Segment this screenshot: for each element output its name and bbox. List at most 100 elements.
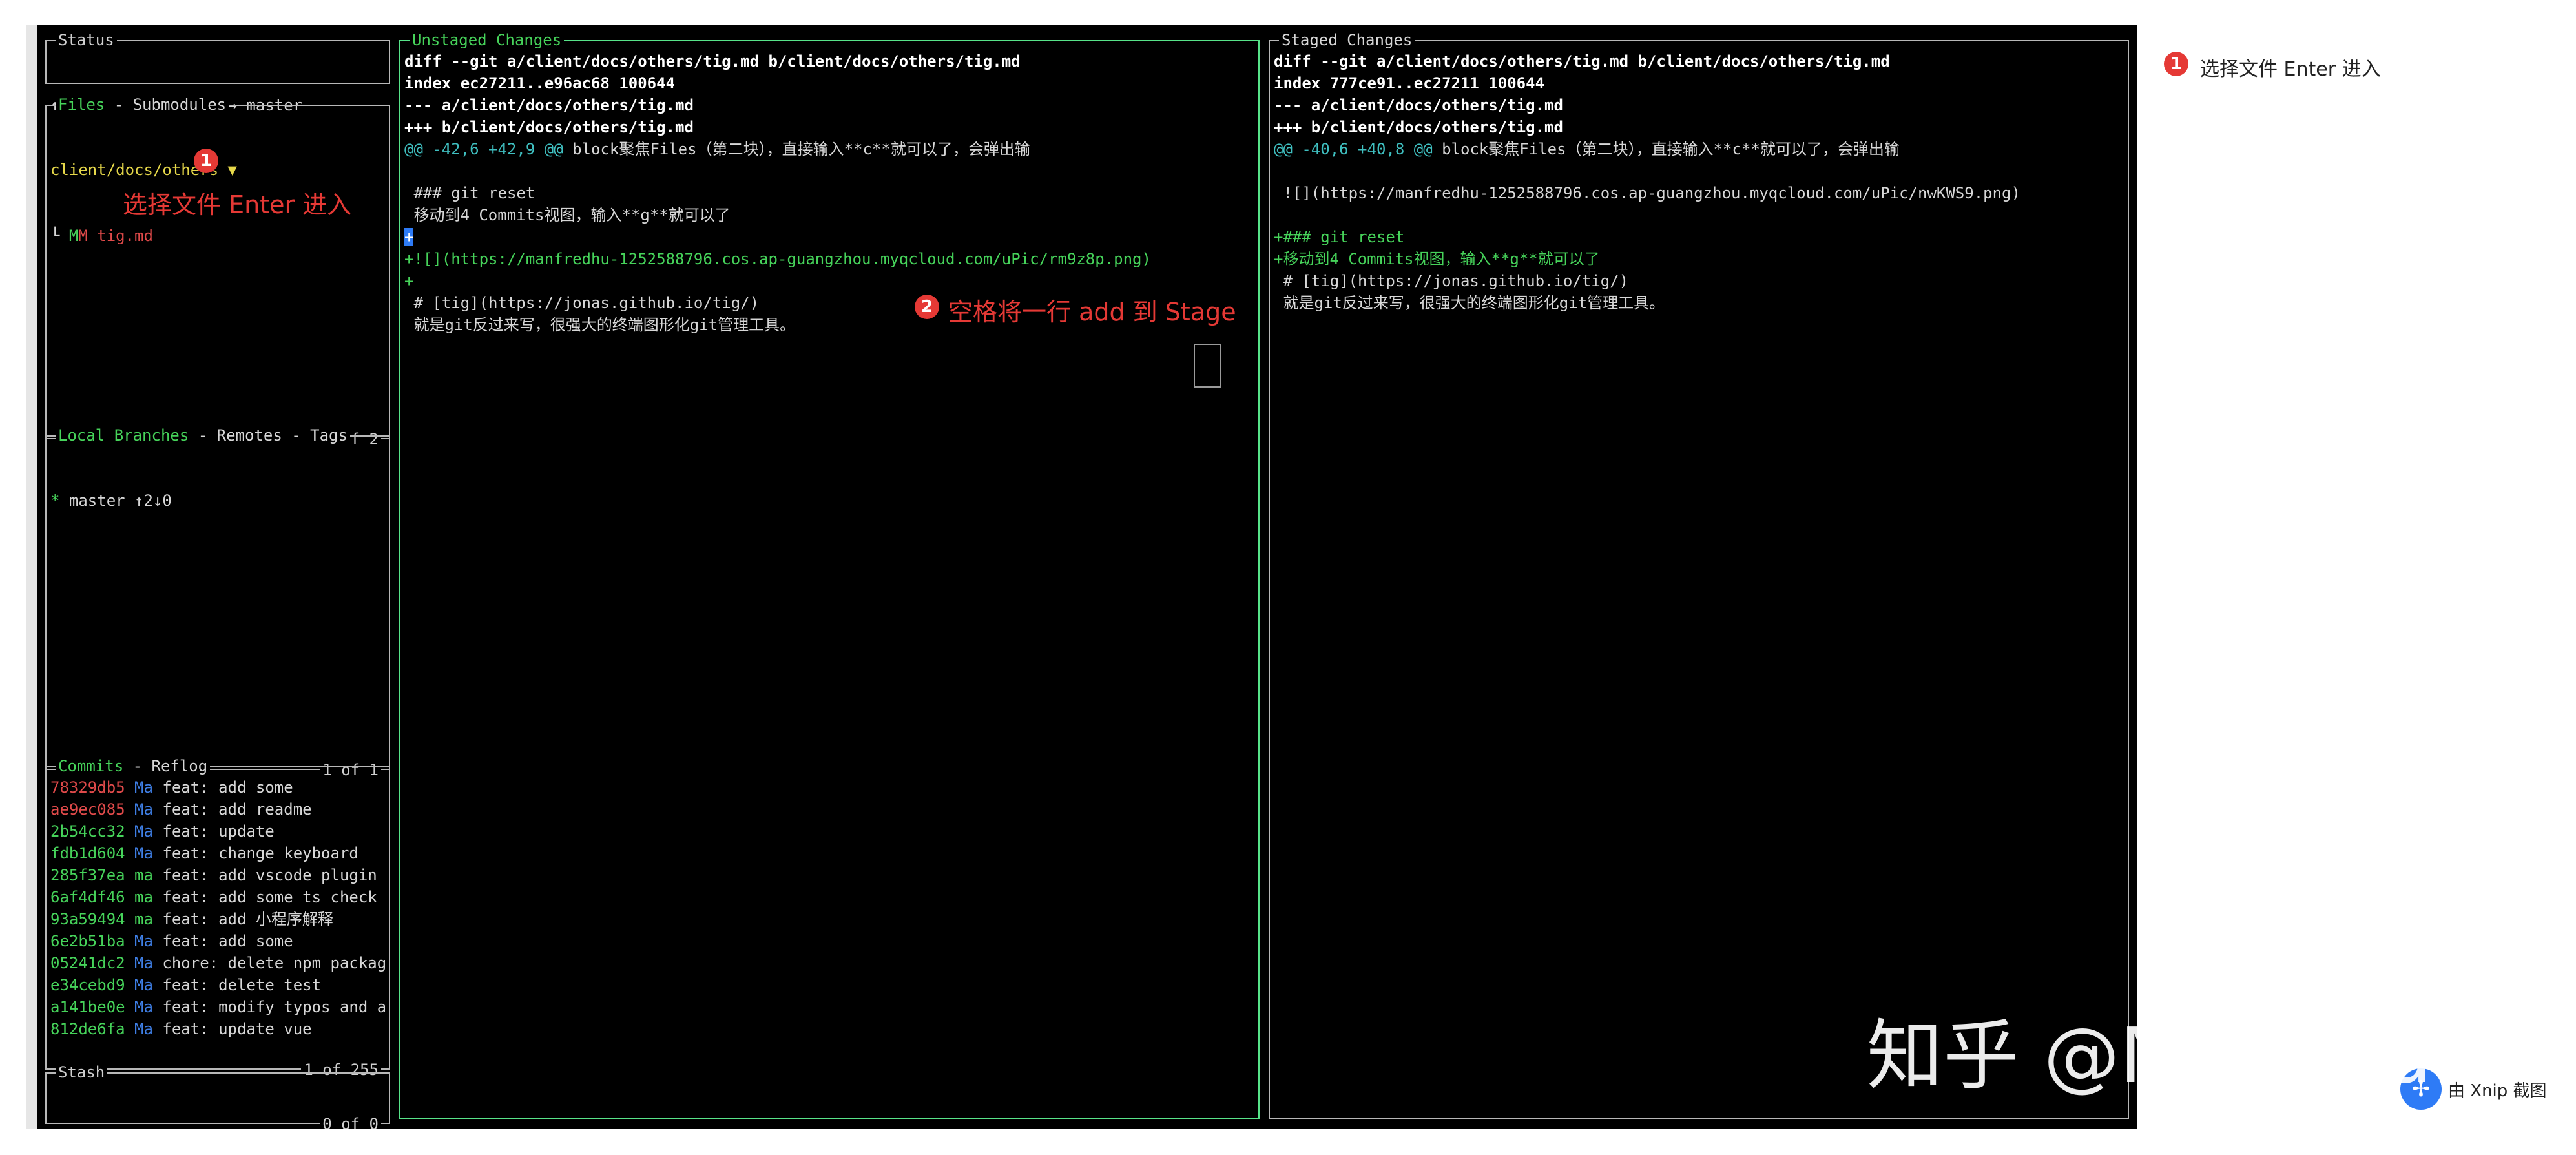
files-panel[interactable]: Files - Submodules client/docs/others ▼ … xyxy=(45,95,390,449)
submodules-tab[interactable]: Submodules xyxy=(133,96,227,114)
commit-row[interactable]: 2b54cc32 Ma feat: update xyxy=(50,820,385,842)
commit-row[interactable]: e34cebd9 Ma feat: delete test xyxy=(50,974,385,996)
unstaged-diff-line[interactable]: + xyxy=(404,270,1254,292)
diff-text: ### git reset xyxy=(404,184,535,202)
unstaged-diff-line[interactable]: + xyxy=(404,226,1254,248)
status-panel[interactable]: Status ↑2↓0 manfredhu.com → master xyxy=(45,30,390,114)
commit-hash: ae9ec085 xyxy=(50,800,125,818)
diff-text: + xyxy=(404,272,414,290)
staged-title: Staged Changes xyxy=(1279,30,1415,50)
commit-author: Ma xyxy=(125,932,153,950)
commit-message: feat: update vue xyxy=(152,1020,312,1038)
file-row[interactable]: └ MM tig.md xyxy=(50,225,385,247)
commit-row[interactable]: 05241dc2 Ma chore: delete npm package xyxy=(50,952,385,974)
commit-author: Ma xyxy=(125,1020,153,1038)
diff-text: +++ b/client/docs/others/tig.md xyxy=(404,118,694,136)
commit-row[interactable]: 812de6fa Ma feat: update vue xyxy=(50,1018,385,1040)
diff-text: +![](https://manfredhu-1252588796.cos.ap… xyxy=(404,250,1151,268)
commit-message: feat: add some xyxy=(152,932,293,950)
staged-diff-line[interactable]: ![](https://manfredhu-1252588796.cos.ap-… xyxy=(1274,182,2124,204)
local-branches-tab[interactable]: Local Branches xyxy=(58,426,189,444)
unstaged-diff-line[interactable] xyxy=(404,160,1254,182)
commit-message: chore: delete npm package xyxy=(152,954,385,972)
staged-diff-line[interactable]: # [tig](https://jonas.github.io/tig/) xyxy=(1274,270,2124,292)
unstaged-diff-line[interactable]: +![](https://manfredhu-1252588796.cos.ap… xyxy=(404,248,1254,270)
commit-hash: 285f37ea xyxy=(50,866,125,884)
screenshot-window: Status ↑2↓0 manfredhu.com → master Files… xyxy=(26,25,2550,1129)
diff-text: diff --git a/client/docs/others/tig.md b… xyxy=(404,52,1021,70)
staged-diff-line[interactable]: @@ -40,6 +40,8 @@ block聚焦Files（第二块），直接输入… xyxy=(1274,138,2124,160)
staged-diff-line[interactable]: diff --git a/client/docs/others/tig.md b… xyxy=(1274,50,2124,72)
commit-row[interactable]: a141be0e Ma feat: modify typos and ad xyxy=(50,996,385,1018)
diff-text: --- a/client/docs/others/tig.md xyxy=(1274,96,1563,114)
cursor-box xyxy=(1194,344,1221,388)
staged-diff-line[interactable]: index 777ce91..ec27211 100644 xyxy=(1274,72,2124,94)
status-title: Status xyxy=(56,30,117,50)
commits-title: Commits - Reflog xyxy=(56,756,211,776)
commit-row[interactable]: 78329db5 Ma feat: add some xyxy=(50,776,385,798)
staged-diff-line[interactable] xyxy=(1274,204,2124,226)
commit-hash: 6e2b51ba xyxy=(50,932,125,950)
badge-2: 2 xyxy=(915,295,939,319)
commit-message: feat: modify typos and ad xyxy=(152,998,385,1016)
unstaged-diff-line[interactable]: +++ b/client/docs/others/tig.md xyxy=(404,116,1254,138)
staged-changes-panel[interactable]: Staged Changes diff --git a/client/docs/… xyxy=(1269,30,2129,1119)
commit-author: ma xyxy=(125,910,153,928)
side-annotation: 选择文件 Enter 进入 xyxy=(2200,58,2381,81)
branches-panel[interactable]: Local Branches - Remotes - Tags * master… xyxy=(45,426,390,780)
diff-text: +移动到4 Commits视图，输入**g**就可以了 xyxy=(1274,250,1600,268)
terminal-lazygit[interactable]: Status ↑2↓0 manfredhu.com → master Files… xyxy=(37,25,2137,1129)
unstaged-title: Unstaged Changes xyxy=(410,30,565,50)
commit-author: ma xyxy=(125,866,153,884)
commit-author: Ma xyxy=(125,976,153,994)
file-name: tig.md xyxy=(87,227,153,245)
diff-text: diff --git a/client/docs/others/tig.md b… xyxy=(1274,52,1890,70)
commit-message: feat: add vscode plugin xyxy=(152,866,377,884)
unstaged-changes-panel[interactable]: Unstaged Changes diff --git a/client/doc… xyxy=(399,30,1260,1119)
staged-diff-line[interactable]: 就是git反过来写，很强大的终端图形化git管理工具。 xyxy=(1274,292,2124,314)
commit-message: feat: change keyboard xyxy=(152,844,358,862)
commit-message: feat: add some ts check xyxy=(152,888,377,906)
remotes-tags-tabs[interactable]: - Remotes - Tags xyxy=(189,426,348,444)
unstaged-diff-line[interactable]: 移动到4 Commits视图，输入**g**就可以了 xyxy=(404,204,1254,226)
staged-diff-line[interactable]: --- a/client/docs/others/tig.md xyxy=(1274,94,2124,116)
unstaged-diff-line[interactable]: diff --git a/client/docs/others/tig.md b… xyxy=(404,50,1254,72)
reflog-tab[interactable]: - Reflog xyxy=(123,757,208,775)
diff-text: @@ -42,6 +42,9 @@ xyxy=(404,140,563,158)
unstaged-diff-line[interactable]: index ec27211..e96ac68 100644 xyxy=(404,72,1254,94)
unstaged-diff-line[interactable]: @@ -42,6 +42,9 @@ block聚焦Files（第二块），直接输入… xyxy=(404,138,1254,160)
commit-hash: 78329db5 xyxy=(50,778,125,796)
commit-hash: fdb1d604 xyxy=(50,844,125,862)
diff-hunk-context: block聚焦Files（第二块），直接输入**c**就可以了，会弹出输 xyxy=(1432,140,1900,158)
unstaged-diff-line[interactable]: --- a/client/docs/others/tig.md xyxy=(404,94,1254,116)
diff-text: index 777ce91..ec27211 100644 xyxy=(1274,74,1545,92)
commit-row[interactable]: 93a59494 ma feat: add 小程序解释 xyxy=(50,908,385,930)
diff-text: --- a/client/docs/others/tig.md xyxy=(404,96,694,114)
diff-hunk-context: block聚焦Files（第二块），直接输入**c**就可以了，会弹出输 xyxy=(563,140,1030,158)
commit-row[interactable]: ae9ec085 Ma feat: add readme xyxy=(50,798,385,820)
stash-footer: 0 of 0 xyxy=(320,1114,381,1129)
commit-row[interactable]: 285f37ea ma feat: add vscode plugin xyxy=(50,864,385,886)
commit-author: Ma xyxy=(125,954,153,972)
files-tab[interactable]: Files xyxy=(58,96,105,114)
commit-message: feat: update xyxy=(152,822,275,840)
stash-panel[interactable]: Stash 0 of 0 xyxy=(45,1063,390,1129)
files-title: Files - Submodules xyxy=(56,95,229,114)
side-badge-1: 1 xyxy=(2164,52,2188,76)
commit-message: feat: add 小程序解释 xyxy=(152,910,333,928)
unstaged-diff-line[interactable]: ### git reset xyxy=(404,182,1254,204)
staged-diff-line[interactable]: +移动到4 Commits视图，输入**g**就可以了 xyxy=(1274,248,2124,270)
staged-diff-line[interactable] xyxy=(1274,160,2124,182)
diff-text: @@ -40,6 +40,8 @@ xyxy=(1274,140,1433,158)
commits-tab[interactable]: Commits xyxy=(58,757,123,775)
commit-author: Ma xyxy=(125,822,153,840)
notes-sidebar: 1 选择文件 Enter 进入 ✢ 由 Xnip 截图 xyxy=(2137,25,2550,1129)
commit-row[interactable]: 6af4df46 ma feat: add some ts check xyxy=(50,886,385,908)
branch-row[interactable]: * master ↑2↓0 xyxy=(50,490,385,512)
staged-diff-line[interactable]: +++ b/client/docs/others/tig.md xyxy=(1274,116,2124,138)
commit-row[interactable]: fdb1d604 Ma feat: change keyboard xyxy=(50,842,385,864)
staged-diff-line[interactable]: +### git reset xyxy=(1274,226,2124,248)
commit-row[interactable]: 6e2b51ba Ma feat: add some xyxy=(50,930,385,952)
commits-panel[interactable]: Commits - Reflog 78329db5 Ma feat: add s… xyxy=(45,756,390,1079)
diff-text: + xyxy=(404,228,414,246)
